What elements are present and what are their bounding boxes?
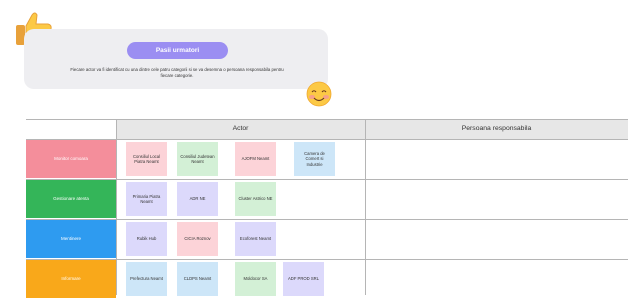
next-steps-button[interactable]: Pasii urmatori [127, 42, 228, 59]
smiling-face-icon [306, 81, 332, 107]
actor-note[interactable]: ADR NE [177, 182, 218, 216]
category-monitor-comoara: Monitor comoara [26, 140, 116, 178]
actor-column-header: Actor [232, 125, 249, 132]
actor-note[interactable]: Cluster Astrico NE [235, 182, 276, 216]
actor-note[interactable]: Camera de Comert si Industrie [294, 142, 335, 176]
actor-note[interactable]: ADF PROD SRL [283, 262, 324, 296]
category-informare: Informare [26, 260, 116, 298]
next-steps-card [24, 29, 328, 89]
actor-note[interactable]: Rubik Hub [126, 222, 167, 256]
actor-note[interactable]: Moldocor SA [235, 262, 276, 296]
actor-note[interactable]: Primaria Piatra Neamt [126, 182, 167, 216]
actor-note[interactable]: Consiliul Judetean Neamt [177, 142, 218, 176]
actor-note[interactable]: Consiliul Local Piatra Neamt [126, 142, 167, 176]
actor-note[interactable]: AJOFM Neamt [235, 142, 276, 176]
responsible-column-header: Persoana responsabila [461, 125, 532, 132]
next-steps-description: Fiecare actor va fi identificat cu una d… [70, 67, 284, 78]
assignment-table: Actor Persoana responsabila Monitor como… [26, 119, 628, 298]
actor-note[interactable]: CLDPS Neamt [177, 262, 218, 296]
actor-note[interactable]: Prefectura Neamt [126, 262, 167, 296]
category-mentinere: Mentinere [26, 220, 116, 258]
actor-note[interactable]: CICIA Roznov [177, 222, 218, 256]
category-gestionare-atenta: Gestionare atenta [26, 180, 116, 218]
actor-note[interactable]: Ecoforest Neamt [235, 222, 276, 256]
